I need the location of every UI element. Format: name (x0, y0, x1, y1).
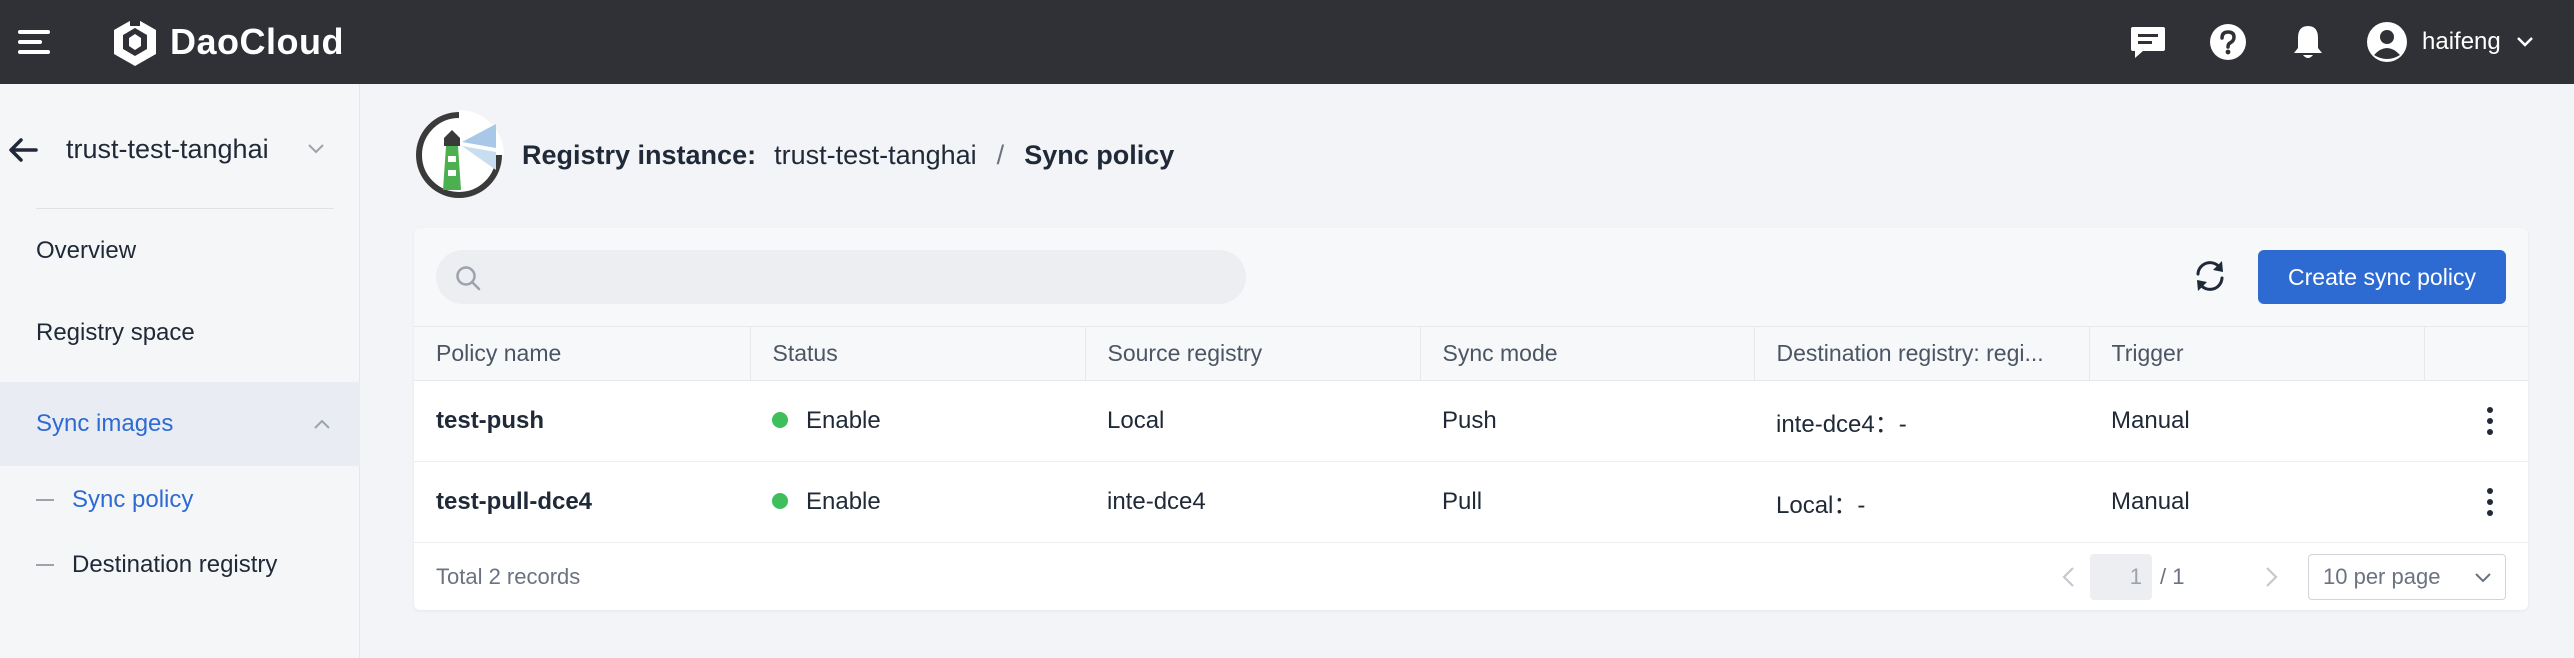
policy-name-cell[interactable]: test-push (414, 381, 750, 462)
top-bar: DaoCloud haifeng (0, 0, 2574, 84)
chevron-left-icon[interactable] (2054, 562, 2084, 592)
column-header-sync-mode[interactable]: Sync mode (1420, 326, 1755, 381)
breadcrumb-separator: / (996, 139, 1005, 170)
column-header-status[interactable]: Status (750, 326, 1086, 381)
chevron-up-icon (314, 419, 330, 429)
column-header-trigger[interactable]: Trigger (2089, 326, 2425, 381)
total-records: Total 2 records (436, 564, 581, 589)
breadcrumb-label: Registry instance: (522, 139, 757, 170)
table-row[interactable]: test-push Enable Local Push inte-dce4：- … (414, 381, 2528, 462)
page-number-input[interactable] (2090, 554, 2152, 600)
status-cell: Enable (750, 381, 1085, 462)
sidebar-divider (36, 208, 334, 209)
refresh-icon (2196, 261, 2224, 291)
sidebar-subitem-sync-policy[interactable]: Sync policy (0, 472, 360, 528)
message-icon[interactable] (2124, 18, 2172, 66)
more-actions-icon[interactable] (2470, 401, 2510, 441)
create-sync-policy-button[interactable]: Create sync policy (2258, 250, 2506, 304)
sync-mode-cell: Push (1442, 407, 1497, 434)
menu-icon[interactable] (16, 24, 52, 60)
sidebar-subitem-label: Sync policy (72, 486, 194, 513)
user-menu[interactable]: haifeng (2366, 16, 2535, 68)
more-actions-icon[interactable] (2470, 482, 2510, 522)
sync-mode-cell: Pull (1442, 488, 1483, 515)
sync-policy-card: Create sync policy Policy name Status So… (414, 228, 2528, 610)
table-header-row: Policy name Status Source registry Sync … (414, 326, 2528, 381)
instance-name: trust-test-tanghai (66, 134, 269, 164)
column-header-destination-registry[interactable]: Destination registry: regi... (1754, 326, 2090, 381)
page-title: Sync policy (1024, 139, 1175, 170)
help-icon[interactable] (2204, 18, 2252, 66)
trigger-cell: Manual (2111, 407, 2190, 434)
status-enabled-icon (772, 492, 788, 509)
dash-icon (36, 564, 54, 566)
lighthouse-icon (416, 110, 504, 198)
policy-name-cell[interactable]: test-pull-dce4 (414, 462, 750, 543)
column-header-policy-name[interactable]: Policy name (414, 326, 751, 381)
status-text: Enable (806, 488, 881, 515)
destination-registry-cell: Local：- (1776, 491, 1866, 519)
status-text: Enable (806, 407, 881, 434)
instance-switcher[interactable]: trust-test-tanghai (0, 120, 360, 180)
brand-name: DaoCloud (170, 21, 344, 62)
search-input[interactable] (436, 250, 1246, 304)
chevron-down-icon[interactable] (306, 142, 326, 156)
table-row[interactable]: test-pull-dce4 Enable inte-dce4 Pull Loc… (414, 462, 2528, 543)
column-header-source-registry[interactable]: Source registry (1085, 326, 1421, 381)
sidebar-item-label: Sync images (36, 410, 174, 437)
table-toolbar: Create sync policy (414, 228, 2528, 326)
destination-registry-cell: inte-dce4：- (1776, 410, 1907, 438)
status-cell: Enable (750, 462, 1085, 543)
breadcrumb: Registry instance: trust-test-tanghai / … (414, 110, 1174, 200)
sidebar-subitem-label: Destination registry (72, 551, 278, 578)
notification-icon[interactable] (2284, 18, 2332, 66)
per-page-value: 10 per page (2323, 564, 2441, 589)
breadcrumb-instance[interactable]: trust-test-tanghai (774, 140, 977, 171)
dash-icon (36, 499, 54, 501)
sidebar: trust-test-tanghai Overview Registry spa… (0, 84, 360, 658)
chevron-right-icon[interactable] (2256, 562, 2286, 592)
sidebar-subitem-destination-registry[interactable]: Destination registry (0, 537, 360, 593)
table-footer: Total 2 records / 1 10 per page (414, 544, 2528, 610)
sidebar-item-sync-images[interactable]: Sync images (0, 382, 360, 466)
actions-cell (2424, 462, 2528, 543)
chevron-down-icon (2516, 37, 2533, 47)
total-pages: / 1 (2160, 564, 2185, 589)
sidebar-item-label: Registry space (36, 319, 195, 346)
sync-policy-table: Policy name Status Source registry Sync … (414, 326, 2528, 543)
sidebar-item-registry-space[interactable]: Registry space (0, 299, 360, 367)
user-name: haifeng (2422, 28, 2501, 55)
sidebar-item-label: Overview (36, 237, 137, 264)
daocloud-logo-icon (114, 16, 156, 66)
column-header-actions (2424, 326, 2528, 381)
refresh-button[interactable] (2186, 252, 2234, 300)
source-registry-cell: inte-dce4 (1107, 488, 1206, 515)
back-arrow-icon[interactable] (6, 134, 40, 166)
trigger-cell: Manual (2111, 488, 2190, 515)
per-page-select[interactable]: 10 per page (2308, 554, 2506, 600)
status-enabled-icon (772, 411, 788, 428)
actions-cell (2424, 381, 2528, 462)
user-avatar-icon (2367, 22, 2407, 62)
daocloud-logo[interactable]: DaoCloud (110, 12, 344, 72)
source-registry-cell: Local (1107, 407, 1165, 434)
chevron-down-icon (2475, 573, 2491, 583)
sidebar-item-overview[interactable]: Overview (0, 217, 360, 285)
